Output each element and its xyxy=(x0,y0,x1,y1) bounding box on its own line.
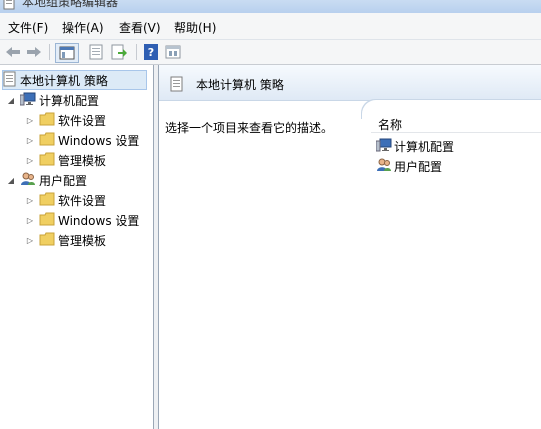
list-item-label: 用户配置 xyxy=(394,159,443,174)
tree-label: 软件设置 xyxy=(58,113,107,128)
expanded-arrow-icon[interactable]: ◢ xyxy=(6,176,16,185)
tree-label: Windows 设置 xyxy=(58,133,140,148)
folder-icon xyxy=(39,132,55,149)
column-header-label: 名称 xyxy=(378,118,403,132)
properties-icon[interactable] xyxy=(86,43,106,61)
column-header-name[interactable]: 名称 xyxy=(371,114,541,133)
tree-node-software-settings[interactable]: ▷ 软件设置 xyxy=(25,191,106,209)
details-title: 本地计算机 策略 xyxy=(196,78,284,92)
folder-icon xyxy=(39,192,55,209)
tree-pane: 本地计算机 策略 ◢ 计算机配置 ▷ 软件设置 ▷ Windows 设置 ▷ 管… xyxy=(0,65,154,429)
menu-bar: 文件(F) 操作(A) 查看(V) 帮助(H) xyxy=(0,13,541,40)
menu-action[interactable]: 操作(A) xyxy=(62,19,104,36)
tree-node-user-config[interactable]: ◢ 用户配置 xyxy=(6,171,87,189)
collapsed-arrow-icon[interactable]: ▷ xyxy=(25,196,35,205)
tree-node-software-settings[interactable]: ▷ 软件设置 xyxy=(25,111,106,129)
computer-icon xyxy=(375,138,392,155)
collapsed-arrow-icon[interactable]: ▷ xyxy=(25,136,35,145)
tree-node-computer-config[interactable]: ◢ 计算机配置 xyxy=(6,91,99,109)
forward-arrow-icon[interactable] xyxy=(25,43,43,61)
policy-document-icon xyxy=(170,76,184,95)
export-list-icon[interactable] xyxy=(109,43,129,61)
tree-label: 管理模板 xyxy=(58,153,107,168)
folder-icon xyxy=(39,112,55,129)
menu-file[interactable]: 文件(F) xyxy=(8,19,48,36)
menu-view[interactable]: 查看(V) xyxy=(119,19,161,36)
tree-node-admin-templates[interactable]: ▷ 管理模板 xyxy=(25,151,106,169)
help-icon[interactable]: ? xyxy=(142,43,160,61)
filter-view-icon[interactable] xyxy=(164,43,182,61)
show-tree-icon[interactable] xyxy=(55,43,79,63)
tree-label: 软件设置 xyxy=(58,193,107,208)
folder-icon xyxy=(39,152,55,169)
back-arrow-icon[interactable] xyxy=(4,43,22,61)
toolbar: ? xyxy=(0,40,541,65)
tree-node-local-computer-policy[interactable]: 本地计算机 策略 xyxy=(2,70,147,90)
details-header: 本地计算机 策略 xyxy=(159,65,541,101)
expanded-arrow-icon[interactable]: ◢ xyxy=(6,96,16,105)
folder-icon xyxy=(39,232,55,249)
tree-label: Windows 设置 xyxy=(58,213,140,228)
app-icon xyxy=(3,0,15,13)
computer-icon xyxy=(19,92,36,109)
tree-label: 本地计算机 策略 xyxy=(20,73,108,88)
collapsed-arrow-icon[interactable]: ▷ xyxy=(25,156,35,165)
tree-label: 管理模板 xyxy=(58,233,107,248)
tree-node-windows-settings[interactable]: ▷ Windows 设置 xyxy=(25,131,139,149)
details-pane: 本地计算机 策略 选择一个项目来查看它的描述。 名称 计算机配置 用户配置 xyxy=(158,65,541,429)
menu-help[interactable]: 帮助(H) xyxy=(174,19,216,36)
toolbar-separator xyxy=(136,44,137,60)
folder-icon xyxy=(39,212,55,229)
tree-label: 计算机配置 xyxy=(39,93,100,108)
collapsed-arrow-icon[interactable]: ▷ xyxy=(25,216,35,225)
toolbar-separator xyxy=(49,44,50,60)
list-item-label: 计算机配置 xyxy=(394,139,455,154)
collapsed-arrow-icon[interactable]: ▷ xyxy=(25,116,35,125)
window-title: 本地组策略编辑器 xyxy=(22,0,119,9)
list-item-user-config[interactable]: 用户配置 xyxy=(376,157,442,175)
tree-node-windows-settings[interactable]: ▷ Windows 设置 xyxy=(25,211,139,229)
description-text: 选择一个项目来查看它的描述。 xyxy=(165,121,334,135)
tree-node-admin-templates[interactable]: ▷ 管理模板 xyxy=(25,231,106,249)
users-icon xyxy=(20,172,36,189)
users-icon xyxy=(376,158,392,175)
policy-document-icon xyxy=(3,71,17,90)
svg-text:?: ? xyxy=(148,46,154,59)
collapsed-arrow-icon[interactable]: ▷ xyxy=(25,236,35,245)
tree-label: 用户配置 xyxy=(39,173,88,188)
title-bar: 本地组策略编辑器 xyxy=(0,0,541,13)
list-item-computer-config[interactable]: 计算机配置 xyxy=(375,137,455,155)
